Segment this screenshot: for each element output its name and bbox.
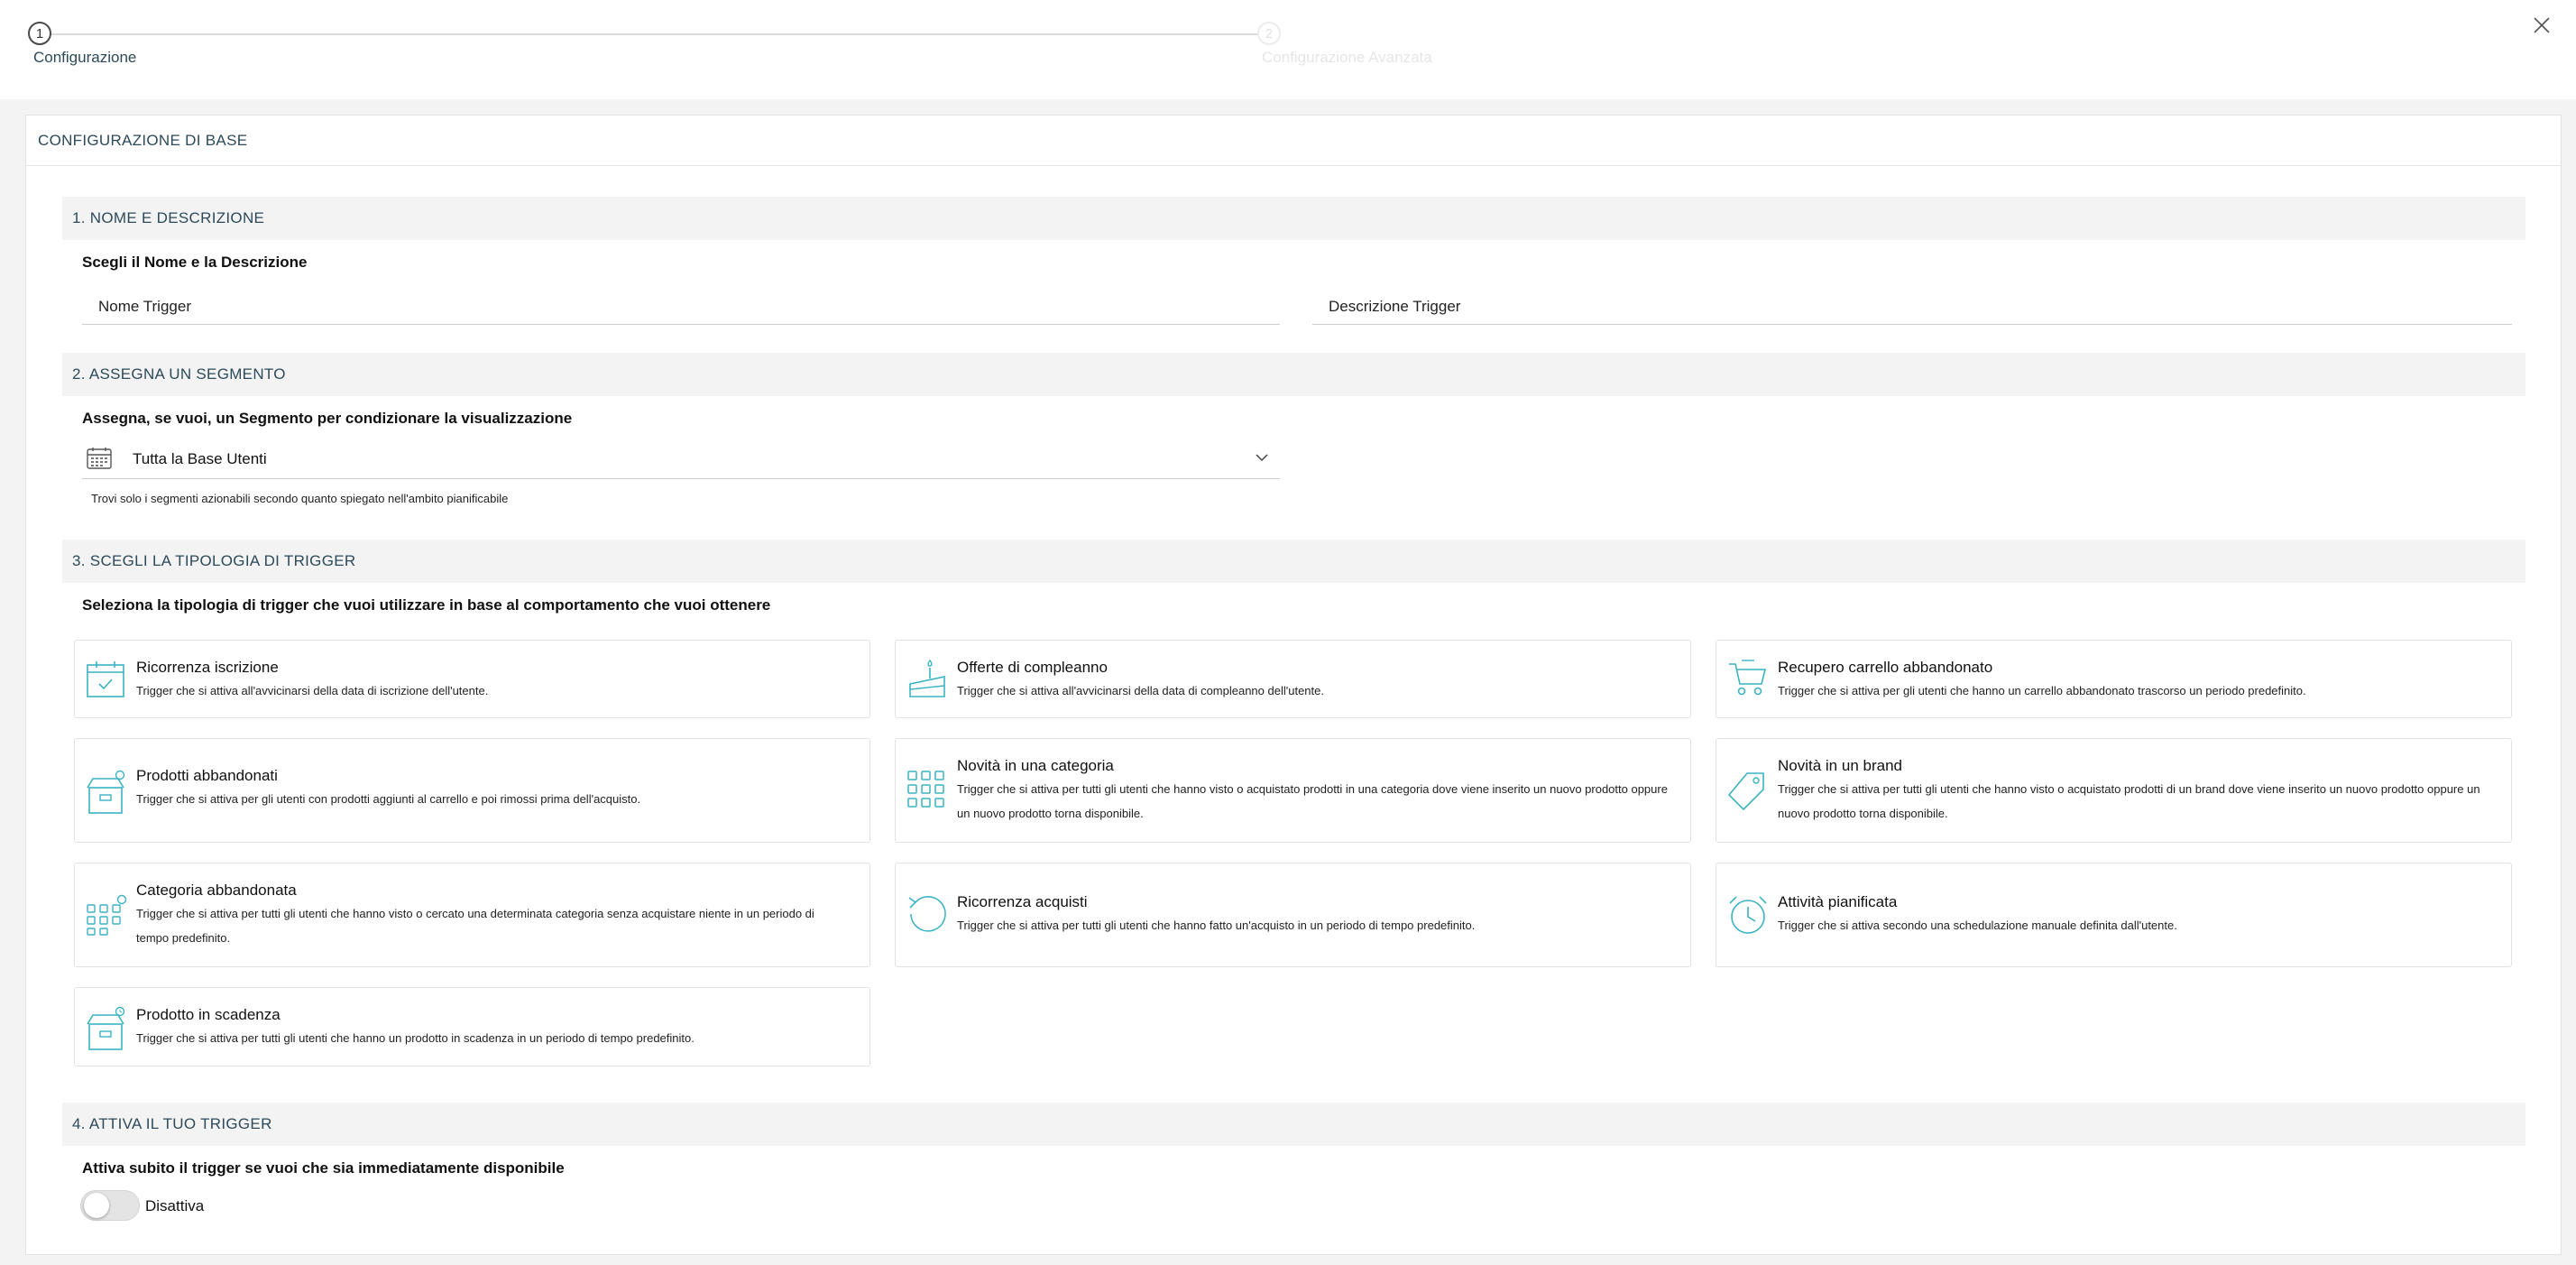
section-1-subtitle: Scegli il Nome e la Descrizione (82, 254, 308, 271)
shopping-cart-icon (1729, 660, 1767, 696)
section-3-subtitle: Seleziona la tipologia di trigger che vu… (82, 596, 771, 614)
tile-description: Trigger che si attiva all'avvicinarsi de… (136, 684, 489, 697)
section-2-subtitle: Assegna, se vuoi, un Segmento per condiz… (82, 410, 573, 427)
tile-title: Recupero carrello abbandonato (1778, 659, 1993, 676)
tile-title: Categoria abbandonata (136, 882, 297, 899)
close-icon (2534, 17, 2550, 33)
stepper-line (51, 33, 1259, 35)
tile-title: Ricorrenza iscrizione (136, 659, 279, 676)
abandoned-box-icon (87, 770, 125, 814)
tile-description: Trigger che si attiva per gli utenti con… (136, 792, 641, 806)
tile-description: Trigger che si attiva per tutti gli uten… (1778, 782, 2480, 820)
trigger-tile-novita-brand[interactable]: Novità in un brand Trigger che si attiva… (1716, 738, 2512, 843)
calendar-check-icon (87, 661, 124, 697)
segment-hint: Trovi solo i segmenti azionabili secondo… (91, 492, 509, 505)
activate-trigger-toggle[interactable] (80, 1190, 140, 1221)
trigger-tile-ricorrenza-acquisti[interactable]: Ricorrenza acquisti Trigger che si attiv… (895, 863, 1691, 967)
tag-icon (1727, 772, 1764, 811)
section-3-header: 3. SCEGLI LA TIPOLOGIA DI TRIGGER (62, 540, 2525, 583)
step-1-indicator[interactable]: 1 (28, 22, 51, 45)
step-2-label: Configurazione Avanzata (1262, 49, 1432, 66)
birthday-cake-icon (909, 659, 945, 697)
grid-dots-icon (87, 894, 127, 936)
alarm-clock-icon (1729, 896, 1767, 934)
trigger-tile-categoria-abbandonata[interactable]: Categoria abbandonata Trigger che si att… (74, 863, 870, 967)
trigger-description-input[interactable] (1312, 289, 2512, 325)
tile-description: Trigger che si attiva per tutti gli uten… (136, 907, 814, 945)
tile-title: Attività pianificata (1778, 893, 1898, 910)
stepper-header: 1 Configurazione 2 Configurazione Avanza… (0, 0, 2576, 99)
segment-select-value: Tutta la Base Utenti (133, 450, 267, 467)
trigger-tile-ricorrenza-iscrizione[interactable]: Ricorrenza iscrizione Trigger che si att… (74, 640, 870, 718)
step-1-label[interactable]: Configurazione (33, 49, 136, 67)
grid-icon (907, 771, 944, 808)
trigger-tile-attivita-pianificata[interactable]: Attività pianificata Trigger che si atti… (1716, 863, 2512, 967)
tile-title: Prodotti abbandonati (136, 767, 278, 784)
tile-title: Novità in un brand (1778, 757, 1902, 774)
tile-title: Novità in una categoria (957, 757, 1114, 774)
expiring-box-icon (87, 1006, 125, 1050)
tile-description: Trigger che si attiva all'avvicinarsi de… (957, 684, 1324, 697)
section-4-subtitle: Attiva subito il trigger se vuoi che sia… (82, 1159, 565, 1177)
tile-title: Offerte di compleanno (957, 659, 1108, 676)
tile-description: Trigger che si attiva per tutti gli uten… (957, 782, 1668, 820)
tile-description: Trigger che si attiva per gli utenti che… (1778, 684, 2306, 697)
toggle-knob (84, 1193, 109, 1218)
trigger-tile-recupero-carrello[interactable]: Recupero carrello abbandonato Trigger ch… (1716, 640, 2512, 718)
tile-title: Ricorrenza acquisti (957, 893, 1088, 910)
segment-select[interactable]: Tutta la Base Utenti (82, 438, 1280, 479)
trigger-tile-prodotti-abbandonati[interactable]: Prodotti abbandonati Trigger che si atti… (74, 738, 870, 843)
step-2-indicator: 2 (1257, 22, 1281, 45)
calendar-icon (87, 448, 112, 469)
configuration-card: CONFIGURAZIONE DI BASE 1. NOME E DESCRIZ… (25, 115, 2562, 1255)
trigger-tile-prodotto-scadenza[interactable]: Prodotto in scadenza Trigger che si atti… (74, 987, 870, 1066)
trigger-tile-offerte-compleanno[interactable]: Offerte di compleanno Trigger che si att… (895, 640, 1691, 718)
tile-description: Trigger che si attiva per tutti gli uten… (136, 1031, 695, 1045)
section-1-header: 1. NOME E DESCRIZIONE (62, 197, 2525, 240)
section-4-header: 4. ATTIVA IL TUO TRIGGER (62, 1103, 2525, 1146)
refresh-icon (908, 896, 946, 932)
card-title: CONFIGURAZIONE DI BASE (26, 115, 2561, 166)
section-2-header: 2. ASSEGNA UN SEGMENTO (62, 353, 2525, 396)
close-button[interactable] (2531, 14, 2553, 36)
tile-title: Prodotto in scadenza (136, 1006, 281, 1023)
tile-description: Trigger che si attiva per tutti gli uten… (957, 919, 1476, 932)
trigger-name-input[interactable] (82, 289, 1280, 325)
chevron-down-icon (1256, 454, 1268, 462)
toggle-label: Disattiva (145, 1197, 205, 1214)
tile-description: Trigger che si attiva secondo una schedu… (1778, 919, 2177, 932)
trigger-tile-novita-categoria[interactable]: Novità in una categoria Trigger che si a… (895, 738, 1691, 843)
